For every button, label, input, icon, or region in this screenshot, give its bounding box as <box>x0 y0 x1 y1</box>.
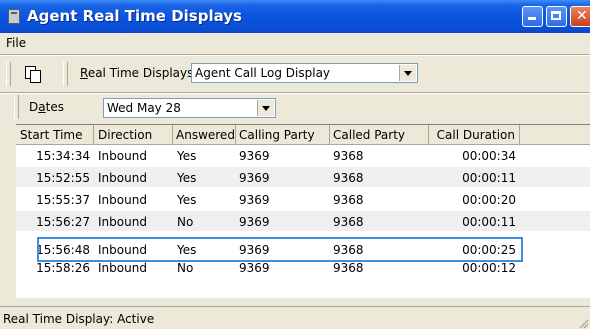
highlighted-row-outline <box>37 237 523 262</box>
cell-calling-party: 9369 <box>239 171 270 185</box>
cell-start-time: 15:56:27 <box>36 215 90 229</box>
cell-called-party: 9368 <box>333 215 364 229</box>
label-text: eal Time Displays <box>87 66 194 80</box>
cell-called-party: 9368 <box>333 171 364 185</box>
column-header-label: Answered <box>176 128 235 142</box>
table-row[interactable]: 15:56:27 Inbound No 9369 9368 00:00:11 <box>16 211 590 231</box>
column-header-label: Call Duration <box>436 128 515 142</box>
dates-label-accelerator: a <box>38 100 46 114</box>
cell-answered: Yes <box>177 193 197 207</box>
cell-call-duration: 00:00:12 <box>462 261 516 275</box>
application-icon <box>8 9 20 24</box>
cell-answered: No <box>177 261 194 275</box>
maximize-icon <box>551 11 561 20</box>
status-text: Real Time Display: Active <box>3 312 155 326</box>
cell-answered: Yes <box>177 149 197 163</box>
cell-direction: Inbound <box>98 261 147 275</box>
cell-call-duration: 00:00:20 <box>462 193 516 207</box>
menu-file[interactable]: File <box>6 36 26 50</box>
column-header-label: Direction <box>98 128 153 142</box>
window-title: Agent Real Time Displays <box>27 7 242 25</box>
label-accelerator: R <box>80 66 88 80</box>
cell-call-duration: 00:00:11 <box>462 171 516 185</box>
cell-start-time: 15:52:55 <box>36 171 90 185</box>
app-window: Agent Real Time Displays ✕ File Real Tim… <box>0 0 590 329</box>
close-button[interactable]: ✕ <box>570 6 590 27</box>
column-header-answered[interactable]: Answered <box>173 125 236 145</box>
cell-calling-party: 9369 <box>239 261 270 275</box>
column-header-label: Start Time <box>20 128 83 142</box>
cell-start-time: 15:55:37 <box>36 193 90 207</box>
chevron-down-icon[interactable] <box>399 65 416 81</box>
maximize-button[interactable] <box>546 6 567 27</box>
dates-toolbar: Dates Wed May 28 <box>0 93 590 121</box>
cell-called-party: 9368 <box>333 193 364 207</box>
cell-start-time: 15:34:34 <box>36 149 90 163</box>
display-select[interactable]: Agent Call Log Display <box>191 63 418 83</box>
cell-calling-party: 9369 <box>239 193 270 207</box>
cell-answered: Yes <box>177 171 197 185</box>
close-icon: ✕ <box>576 8 588 24</box>
dates-label: Dates <box>29 100 64 114</box>
toolbar-separator <box>63 62 68 86</box>
cell-direction: Inbound <box>98 193 147 207</box>
table-row[interactable]: 15:55:37 Inbound Yes 9369 9368 00:00:20 <box>16 189 590 209</box>
column-header-label: Called Party <box>333 128 406 142</box>
cell-call-duration: 00:00:34 <box>462 149 516 163</box>
cell-start-time: 15:58:26 <box>36 261 90 275</box>
resize-grip-icon[interactable] <box>578 318 588 328</box>
copy-button[interactable] <box>24 65 42 83</box>
column-header-called-party[interactable]: Called Party <box>330 125 429 145</box>
table-row[interactable]: 15:34:34 Inbound Yes 9369 9368 00:00:34 <box>16 145 590 165</box>
cell-called-party: 9368 <box>333 261 364 275</box>
toolbar-grip[interactable] <box>6 62 11 86</box>
cell-direction: Inbound <box>98 171 147 185</box>
table-row[interactable]: 15:52:55 Inbound Yes 9369 9368 00:00:11 <box>16 167 590 187</box>
dates-label-end: tes <box>45 100 64 114</box>
call-log-table[interactable]: Start Time Direction Answered Calling Pa… <box>16 124 590 298</box>
column-header-direction[interactable]: Direction <box>94 125 173 145</box>
cell-answered: No <box>177 215 194 229</box>
cell-calling-party: 9369 <box>239 215 270 229</box>
minimize-button[interactable] <box>522 6 543 27</box>
cell-call-duration: 00:00:11 <box>462 215 516 229</box>
cell-called-party: 9368 <box>333 149 364 163</box>
column-header-filler <box>520 125 590 145</box>
display-toolbar: Real Time Displays Agent Call Log Displa… <box>0 56 590 92</box>
menu-bar: File <box>0 33 590 53</box>
display-select-value: Agent Call Log Display <box>195 66 331 80</box>
cell-direction: Inbound <box>98 215 147 229</box>
real-time-displays-label: Real Time Displays <box>80 66 193 80</box>
column-header-label: Calling Party <box>239 128 315 142</box>
dates-grip[interactable] <box>14 95 19 119</box>
date-select[interactable]: Wed May 28 <box>103 98 276 118</box>
column-header-calling-party[interactable]: Calling Party <box>236 125 330 145</box>
column-header-call-duration[interactable]: Call Duration <box>429 125 520 145</box>
date-select-value: Wed May 28 <box>107 101 181 115</box>
table-row[interactable]: 15:58:26 Inbound No 9369 9368 00:00:12 <box>16 261 590 282</box>
minimize-icon <box>528 17 536 20</box>
cell-direction: Inbound <box>98 149 147 163</box>
title-bar[interactable]: Agent Real Time Displays ✕ <box>0 0 590 33</box>
column-header-start-time[interactable]: Start Time <box>16 125 94 145</box>
dates-label-start: D <box>29 100 39 114</box>
chevron-down-icon[interactable] <box>257 100 274 116</box>
status-bar: Real Time Display: Active <box>0 306 590 329</box>
cell-calling-party: 9369 <box>239 149 270 163</box>
